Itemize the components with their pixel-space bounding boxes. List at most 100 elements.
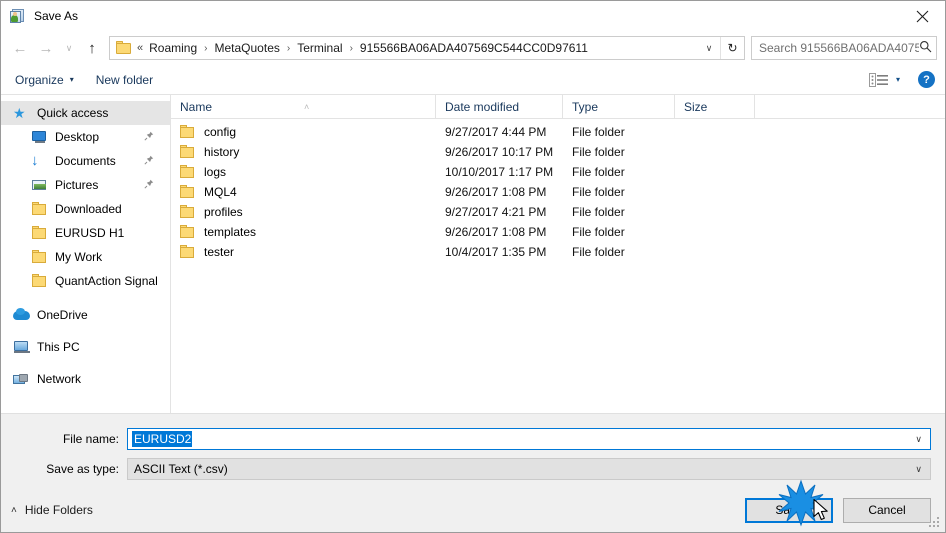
folder-icon xyxy=(31,249,48,265)
save-as-icon xyxy=(10,8,26,24)
recent-locations-button[interactable]: ∨ xyxy=(59,36,79,60)
file-type-cell: File folder xyxy=(572,205,625,219)
chevron-right-icon[interactable]: › xyxy=(282,43,295,54)
file-name-input[interactable]: EURUSD2 ∨ xyxy=(127,428,931,450)
file-rows: config 9/27/2017 4:44 PM File folder his… xyxy=(171,119,945,413)
chevron-down-icon[interactable]: ∨ xyxy=(915,459,922,479)
folder-icon xyxy=(31,201,48,217)
navigation-sidebar: ★ Quick access Desktop ↓ Documents Pictu… xyxy=(1,95,171,413)
title-bar: Save As xyxy=(1,1,945,31)
sidebar-item-my-work[interactable]: My Work xyxy=(1,245,170,269)
column-header-type[interactable]: Type xyxy=(563,94,675,119)
pin-icon xyxy=(144,179,154,192)
resize-grip[interactable] xyxy=(929,517,941,529)
cancel-button[interactable]: Cancel xyxy=(843,497,931,523)
new-folder-button[interactable]: New folder xyxy=(96,73,153,87)
file-date-cell: 9/26/2017 1:08 PM xyxy=(445,185,547,199)
table-row[interactable]: logs 10/10/2017 1:17 PM File folder xyxy=(171,162,945,182)
sidebar-item-label: Documents xyxy=(55,154,116,168)
up-button[interactable]: ↑ xyxy=(79,36,105,60)
sidebar-item-eurusd-h1[interactable]: EURUSD H1 xyxy=(1,221,170,245)
sidebar-item-quantaction-signal[interactable]: QuantAction Signal xyxy=(1,269,170,293)
network-icon xyxy=(13,371,30,387)
column-header-date-modified[interactable]: Date modified xyxy=(436,94,563,119)
save-button[interactable]: Save xyxy=(745,497,833,523)
table-row[interactable]: templates 9/26/2017 1:08 PM File folder xyxy=(171,222,945,242)
column-header-size[interactable]: Size xyxy=(675,94,755,119)
search-input[interactable]: Search 915566BA06ADA40756... xyxy=(751,36,937,60)
file-type-cell: File folder xyxy=(572,145,625,159)
sidebar-item-downloaded[interactable]: Downloaded xyxy=(1,197,170,221)
file-name-cell: history xyxy=(171,145,436,159)
forward-button[interactable]: → xyxy=(33,36,59,60)
table-row[interactable]: tester 10/4/2017 1:35 PM File folder xyxy=(171,242,945,262)
table-row[interactable]: profiles 9/27/2017 4:21 PM File folder xyxy=(171,202,945,222)
file-type-cell: File folder xyxy=(572,245,625,259)
chevron-down-icon[interactable]: ∨ xyxy=(915,429,922,449)
file-name-cell: tester xyxy=(171,245,436,259)
column-headers: Name ˄ Date modified Type Size xyxy=(171,94,945,119)
close-icon[interactable] xyxy=(899,1,945,31)
toolbar-right-group: ▾ ? xyxy=(868,71,935,88)
column-header-name[interactable]: Name ˄ xyxy=(171,94,436,119)
breadcrumb-item-2[interactable]: Terminal xyxy=(295,41,344,55)
dialog-footer: ˄ Hide Folders Save Cancel xyxy=(1,488,945,532)
breadcrumb-item-3[interactable]: 915566BA06ADA407569C544CC0D97611 xyxy=(358,41,590,55)
help-button[interactable]: ? xyxy=(918,71,935,88)
folder-icon xyxy=(180,145,196,159)
documents-icon: ↓ xyxy=(31,152,39,169)
sidebar-item-desktop[interactable]: Desktop xyxy=(1,125,170,149)
sidebar-item-onedrive[interactable]: OneDrive xyxy=(1,303,170,327)
chevron-down-icon[interactable]: ▾ xyxy=(896,75,900,84)
search-icon xyxy=(919,40,932,56)
sort-ascending-icon: ˄ xyxy=(304,101,310,112)
file-name-cell: profiles xyxy=(171,205,436,219)
back-button[interactable]: ← xyxy=(7,36,33,60)
folder-icon xyxy=(180,125,196,139)
file-name-cell: templates xyxy=(171,225,436,239)
command-toolbar: Organize ▾ New folder ▾ ? xyxy=(1,65,945,95)
sidebar-item-network[interactable]: Network xyxy=(1,367,170,391)
chevron-down-icon[interactable]: ∨ xyxy=(698,37,720,59)
address-bar[interactable]: « Roaming › MetaQuotes › Terminal › 9155… xyxy=(109,36,745,60)
sidebar-item-label: Network xyxy=(37,372,82,386)
sidebar-item-label: EURUSD H1 xyxy=(55,226,125,240)
breadcrumb-item-1[interactable]: MetaQuotes xyxy=(213,41,282,55)
table-row[interactable]: config 9/27/2017 4:44 PM File folder xyxy=(171,122,945,142)
this-pc-icon xyxy=(13,339,30,355)
folder-icon xyxy=(31,273,48,289)
sidebar-item-this-pc[interactable]: This PC xyxy=(1,335,170,359)
save-as-type-select[interactable]: ASCII Text (*.csv) ∨ xyxy=(127,458,931,480)
organize-button[interactable]: Organize ▾ xyxy=(15,73,74,87)
file-type-cell: File folder xyxy=(572,185,625,199)
folder-icon xyxy=(180,245,196,259)
table-row[interactable]: history 9/26/2017 10:17 PM File folder xyxy=(171,142,945,162)
sidebar-item-pictures[interactable]: Pictures xyxy=(1,173,170,197)
hide-folders-button[interactable]: ˄ Hide Folders xyxy=(11,503,93,517)
sidebar-item-label: Downloaded xyxy=(55,202,122,216)
hide-folders-label: Hide Folders xyxy=(24,503,93,517)
save-as-type-value: ASCII Text (*.csv) xyxy=(134,462,228,476)
sidebar-item-documents[interactable]: ↓ Documents xyxy=(1,149,170,173)
view-mode-icon[interactable] xyxy=(868,72,889,88)
folder-icon xyxy=(180,185,196,199)
table-row[interactable]: MQL4 9/26/2017 1:08 PM File folder xyxy=(171,182,945,202)
file-date-cell: 10/4/2017 1:35 PM xyxy=(445,245,547,259)
save-form: File name: EURUSD2 ∨ Save as type: ASCII… xyxy=(1,413,945,488)
sidebar-item-label: QuantAction Signal xyxy=(55,274,158,288)
file-type-cell: File folder xyxy=(572,165,625,179)
file-name-label: File name: xyxy=(62,432,119,446)
breadcrumb-overflow[interactable]: « xyxy=(137,42,147,54)
save-as-type-label: Save as type: xyxy=(46,462,119,476)
refresh-icon[interactable]: ↻ xyxy=(720,37,744,59)
file-type-cell: File folder xyxy=(572,125,625,139)
sidebar-item-quick-access[interactable]: ★ Quick access xyxy=(1,101,170,125)
file-name-value: EURUSD2 xyxy=(132,431,193,447)
folder-icon xyxy=(116,41,132,55)
folder-icon xyxy=(31,225,48,241)
chevron-right-icon[interactable]: › xyxy=(199,43,212,54)
organize-label: Organize xyxy=(15,72,64,87)
file-name-cell: logs xyxy=(171,165,436,179)
chevron-right-icon[interactable]: › xyxy=(345,43,358,54)
breadcrumb-item-0[interactable]: Roaming xyxy=(147,41,199,55)
